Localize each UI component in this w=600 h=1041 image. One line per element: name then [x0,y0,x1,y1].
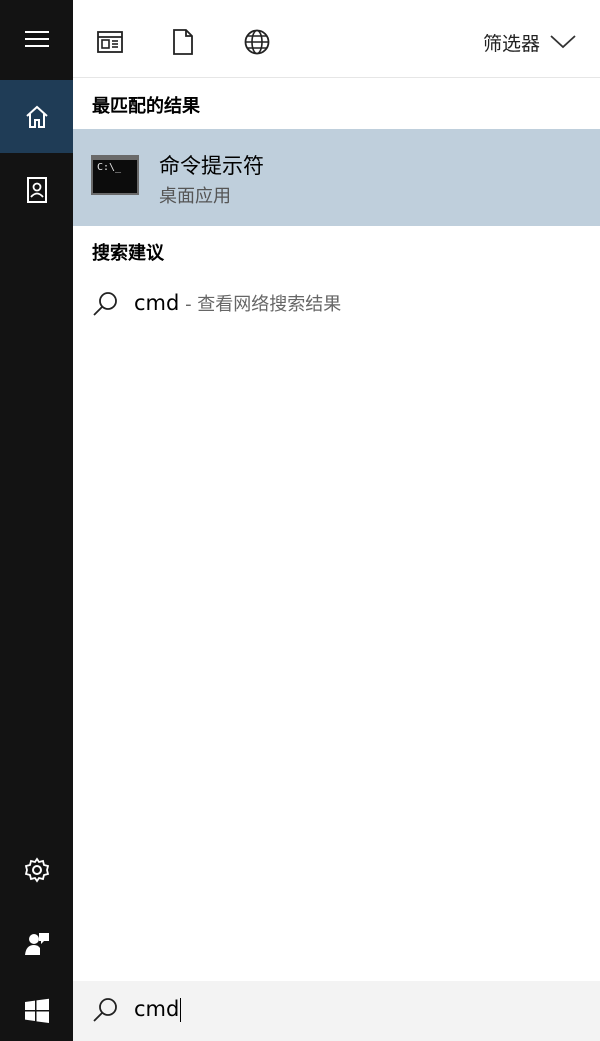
start-button[interactable] [0,981,73,1041]
hamburger-icon [24,31,49,47]
apps-icon [97,31,123,53]
search-panel: 筛选器 最匹配的结果 C:\_ 命令提示符 桌面应用 搜索建议 cmd - 查看… [73,0,600,1041]
apps-scope-button[interactable] [94,26,126,58]
settings-button[interactable] [0,835,73,905]
user-feedback-icon [24,933,49,955]
home-icon [25,105,48,128]
search-box[interactable]: cmd [73,981,600,1041]
windows-logo-icon [24,998,49,1023]
search-input[interactable]: cmd [134,997,182,1022]
search-input-value: cmd [134,997,180,1021]
notebook-icon [26,176,47,203]
best-match-result[interactable]: C:\_ 命令提示符 桌面应用 [73,129,600,226]
best-match-heading: 最匹配的结果 [92,96,200,117]
search-suggestion-item[interactable]: cmd - 查看网络搜索结果 [73,280,600,328]
chevron-down-icon [550,35,576,49]
suggestion-query: cmd [134,291,180,315]
suggestion-suffix: - 查看网络搜索结果 [179,294,342,315]
command-prompt-icon-text: C:\_ [97,162,122,173]
web-scope-button[interactable] [241,26,273,58]
text-caret [180,998,182,1022]
filter-label: 筛选器 [482,32,540,55]
document-icon [173,29,193,55]
search-icon [93,292,117,316]
search-scope-bar: 筛选器 [73,0,600,78]
result-type: 桌面应用 [159,186,231,207]
home-button[interactable] [0,80,73,153]
start-rail [0,0,73,1041]
result-title: 命令提示符 [159,154,264,178]
command-prompt-app-icon: C:\_ [91,155,139,195]
search-icon [93,998,117,1022]
settings-icon [24,857,49,883]
filter-dropdown[interactable]: 筛选器 [483,26,576,58]
globe-icon [244,29,270,55]
feedback-button[interactable] [0,908,73,978]
notebook-button[interactable] [0,153,73,226]
documents-scope-button[interactable] [167,26,199,58]
suggestions-heading: 搜索建议 [92,243,164,264]
menu-button[interactable] [0,0,73,78]
